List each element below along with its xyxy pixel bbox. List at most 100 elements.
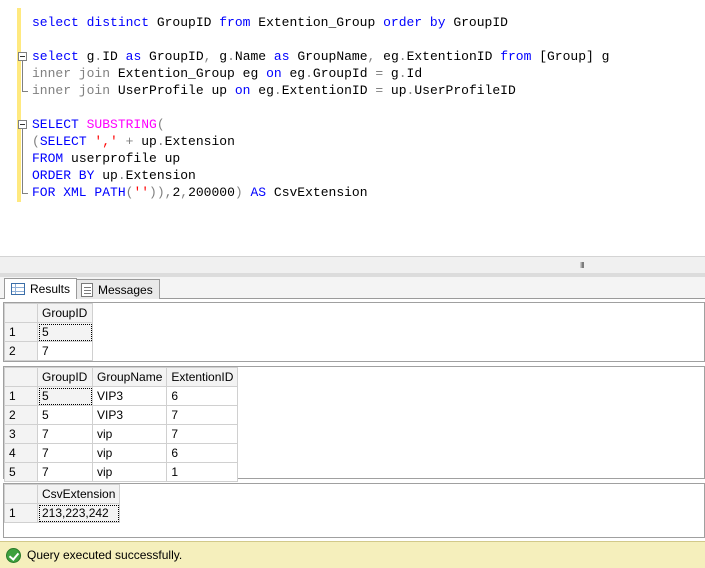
column-header[interactable]: GroupID — [37, 303, 93, 323]
code-line[interactable]: SELECT SUBSTRING( — [32, 116, 609, 133]
table-cell[interactable]: 6 — [166, 443, 239, 463]
row-number[interactable]: 2 — [4, 341, 38, 361]
table-cell[interactable]: vip — [91, 424, 168, 444]
column-header[interactable]: ExtentionID — [166, 367, 239, 387]
code-token: Extention_Group — [258, 15, 384, 30]
corner-cell[interactable] — [4, 367, 38, 387]
table-cell[interactable]: 7 — [37, 462, 93, 482]
result-grid[interactable]: GroupID GroupName ExtentionID 1 5 VIP3 6 2 5 VIP3… — [4, 367, 239, 482]
table-cell[interactable]: 7 — [37, 424, 93, 444]
header-row: GroupID — [4, 303, 93, 323]
table-cell[interactable]: 5 — [37, 322, 93, 342]
corner-cell[interactable] — [4, 484, 38, 504]
table-cell[interactable]: VIP3 — [91, 386, 168, 406]
horizontal-scrollbar[interactable]: III — [0, 256, 705, 273]
code-token: AS — [250, 185, 274, 200]
header-row: GroupID GroupName ExtentionID — [4, 367, 239, 387]
table-row[interactable]: 1 5 VIP3 6 — [4, 386, 239, 406]
code-token: '' — [133, 185, 150, 200]
code-token: , — [180, 185, 189, 200]
code-token: SELECT — [32, 117, 87, 132]
status-bar: Query executed successfully. — [0, 541, 705, 568]
table-row[interactable]: 1 213,223,242 — [4, 503, 121, 523]
code-token: on — [266, 66, 290, 81]
scrollbar-grip[interactable]: III — [580, 261, 585, 270]
outline-line — [22, 61, 23, 92]
code-line[interactable]: inner join UserProfile up on eg.Extentio… — [32, 82, 609, 99]
table-cell[interactable]: 7 — [37, 341, 93, 361]
table-cell[interactable]: 213,223,242 — [36, 503, 121, 523]
table-row[interactable]: 27 — [4, 341, 93, 361]
outline-end — [22, 91, 28, 92]
code-token: as — [273, 49, 298, 64]
code-line[interactable]: (SELECT ',' + up.Extension — [32, 133, 609, 150]
query-editor[interactable]: select distinct GroupID from Extention_G… — [0, 0, 705, 258]
code-line[interactable]: inner join Extention_Group eg on eg.Grou… — [32, 65, 609, 82]
row-number[interactable]: 5 — [4, 462, 38, 482]
table-row[interactable]: 2 5 VIP3 7 — [4, 405, 239, 425]
table-cell[interactable]: 1 — [166, 462, 239, 482]
row-number[interactable]: 2 — [4, 405, 38, 425]
table-row[interactable]: 3 7 vip 7 — [4, 424, 239, 444]
code-token: ) — [234, 185, 251, 200]
row-number[interactable]: 3 — [4, 424, 38, 444]
code-token: GroupName — [297, 49, 368, 64]
code-token: up — [141, 134, 157, 149]
table-cell[interactable]: 5 — [37, 386, 93, 406]
tab-results-label: Results — [30, 282, 71, 296]
table-cell[interactable]: vip — [91, 443, 168, 463]
table-row[interactable]: 5 7 vip 1 — [4, 462, 239, 482]
tab-messages[interactable]: Messages — [74, 279, 160, 299]
tab-results[interactable]: Results — [4, 278, 78, 299]
row-number[interactable]: 4 — [4, 443, 38, 463]
table-cell[interactable]: 6 — [166, 386, 239, 406]
sql-code[interactable]: select distinct GroupID from Extention_G… — [32, 14, 609, 201]
column-header[interactable]: GroupID — [37, 367, 93, 387]
code-token: up — [102, 168, 118, 183]
row-number[interactable]: 1 — [4, 386, 38, 406]
code-token: , — [367, 49, 384, 64]
code-token: + — [117, 134, 142, 149]
code-token: . — [398, 49, 407, 64]
code-token: . — [398, 66, 407, 81]
code-line[interactable]: FROM userprofile up — [32, 150, 609, 167]
code-line[interactable]: select distinct GroupID from Extention_G… — [32, 14, 609, 31]
code-token: . — [227, 49, 235, 64]
code-token: ( — [32, 134, 40, 149]
grid-icon — [11, 283, 25, 295]
row-number[interactable]: 1 — [4, 322, 38, 342]
table-cell[interactable]: VIP3 — [91, 405, 168, 425]
table-row[interactable]: 15 — [4, 322, 93, 342]
code-line[interactable] — [32, 31, 609, 48]
code-token: UserProfileID — [414, 83, 516, 98]
code-token: CsvExtension — [273, 185, 368, 200]
corner-cell[interactable] — [4, 303, 38, 323]
result-grid[interactable]: CsvExtension 1 213,223,242 — [4, 484, 121, 523]
table-cell[interactable]: 7 — [37, 443, 93, 463]
table-row[interactable]: 4 7 vip 6 — [4, 443, 239, 463]
outline-end — [22, 193, 28, 194]
code-token: Extention_Group eg — [117, 66, 267, 81]
result-grid[interactable]: GroupID 1 5 2 7 — [4, 303, 93, 361]
table-cell[interactable]: 5 — [37, 405, 93, 425]
result-set-3: CsvExtension 1 213,223,242 — [3, 483, 705, 538]
table-cell[interactable]: 7 — [166, 424, 239, 444]
changed-lines-margin — [17, 8, 21, 202]
table-cell[interactable]: vip — [91, 462, 168, 482]
collapse-toggle-icon[interactable] — [18, 52, 27, 61]
code-line[interactable]: select g.ID as GroupID, g.Name as GroupN… — [32, 48, 609, 65]
column-header[interactable]: CsvExtension — [36, 484, 121, 504]
code-token: 200000 — [188, 185, 235, 200]
code-token: eg — [258, 83, 274, 98]
table-cell[interactable]: 7 — [166, 405, 239, 425]
row-number[interactable]: 1 — [4, 503, 38, 523]
column-header[interactable]: GroupName — [91, 367, 168, 387]
code-line[interactable]: FOR XML PATH('')),2,200000) AS CsvExtens… — [32, 184, 609, 201]
code-token: = — [375, 83, 391, 98]
code-token: from — [500, 49, 540, 64]
code-token: select — [32, 49, 87, 64]
code-line[interactable]: ORDER BY up.Extension — [32, 167, 609, 184]
code-token: from — [219, 15, 259, 30]
collapse-toggle-icon[interactable] — [18, 120, 27, 129]
code-line[interactable] — [32, 99, 609, 116]
